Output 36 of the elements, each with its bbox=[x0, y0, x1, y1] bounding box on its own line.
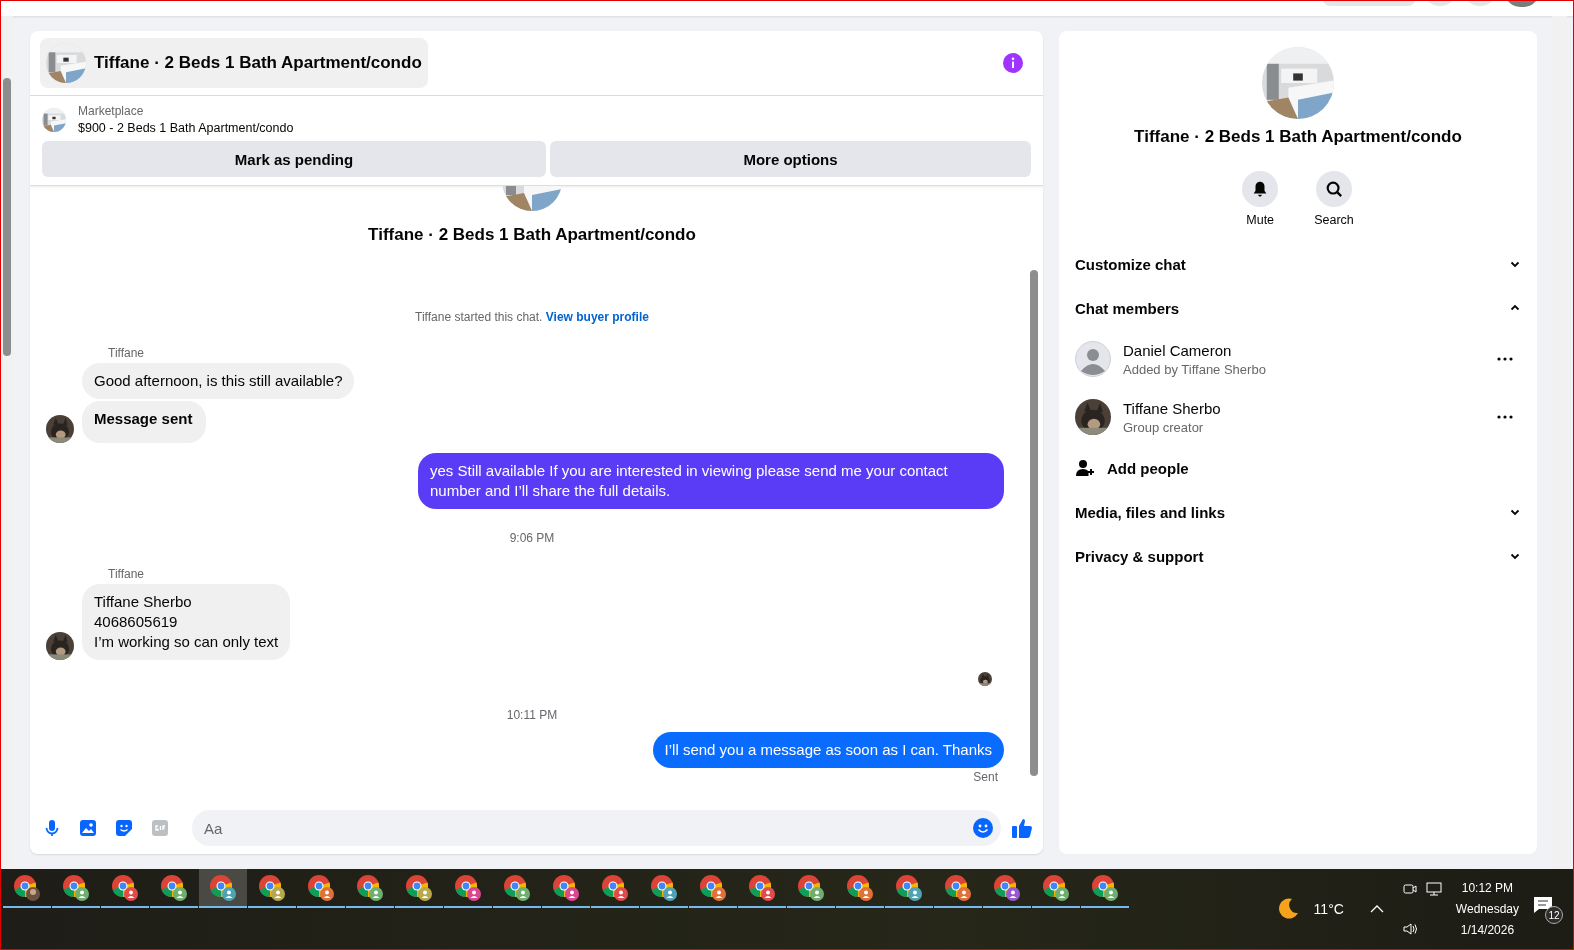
listing-action-button[interactable]: Mark as pending bbox=[42, 141, 546, 177]
section-header[interactable]: Privacy & support bbox=[1067, 534, 1529, 578]
notification-count: 12 bbox=[1545, 906, 1563, 924]
clock-day[interactable]: Wednesday bbox=[1455, 902, 1519, 916]
listing-source: Marketplace bbox=[78, 104, 145, 118]
chat-title-button[interactable]: Tiffane · 2 Beds 1 Bath Apartment/condo bbox=[40, 38, 428, 88]
system-message: Tiffane started this chat. View buyer profile bbox=[414, 310, 650, 324]
timestamp: 10:11 PM bbox=[506, 708, 558, 722]
message-input-field[interactable]: Aa bbox=[192, 810, 1001, 846]
message-bubble: Message sent bbox=[82, 401, 207, 443]
member-name[interactable]: Tiffane Sherbo bbox=[1123, 399, 1485, 417]
conversation-title: Tiffane · 2 Beds 1 Bath Apartment/condo bbox=[1134, 127, 1462, 147]
clock-date[interactable]: 1/14/2026 bbox=[1460, 923, 1515, 937]
add-people-button[interactable]: Add people bbox=[1067, 446, 1529, 490]
action-label: Mute bbox=[1246, 213, 1275, 227]
action-label: Search bbox=[1314, 213, 1354, 227]
delivery-status: Sent bbox=[973, 770, 998, 784]
member-role: Group creator bbox=[1123, 419, 1205, 435]
conversation-title: Tiffane · 2 Beds 1 Bath Apartment/condo bbox=[368, 225, 696, 245]
message-bubble: Good afternoon, is this still available? bbox=[82, 363, 355, 399]
timestamp: 9:06 PM bbox=[509, 531, 555, 545]
section-header[interactable]: Customize chat bbox=[1067, 242, 1529, 286]
member-role: Added by Tiffane Sherbo bbox=[1123, 361, 1267, 377]
section-header[interactable]: Chat members bbox=[1067, 286, 1529, 330]
message-bubble: I’ll send you a message as soon as I can. Thanks bbox=[652, 732, 1004, 768]
buyer-profile-link[interactable]: View buyer profile bbox=[545, 310, 649, 324]
listing-action-button[interactable]: More options bbox=[550, 141, 1031, 177]
temperature[interactable]: 11°C bbox=[1313, 901, 1344, 917]
sender-name: Tiffane bbox=[108, 346, 146, 360]
sender-name: Tiffane bbox=[108, 567, 146, 581]
message-bubble: yes Still available If you are interested in viewing please send me your contact number and I’ll share the full details. bbox=[418, 453, 1004, 509]
listing-summary[interactable]: $900 - 2 Beds 1 Bath Apartment/condo bbox=[78, 121, 294, 135]
message-bubble: Tiffane Sherbo 4068605619 I’m working so can only text bbox=[82, 584, 291, 660]
section-header[interactable]: Media, files and links bbox=[1067, 490, 1529, 534]
clock-time[interactable]: 10:12 PM bbox=[1461, 881, 1514, 895]
member-name[interactable]: Daniel Cameron bbox=[1123, 341, 1485, 359]
